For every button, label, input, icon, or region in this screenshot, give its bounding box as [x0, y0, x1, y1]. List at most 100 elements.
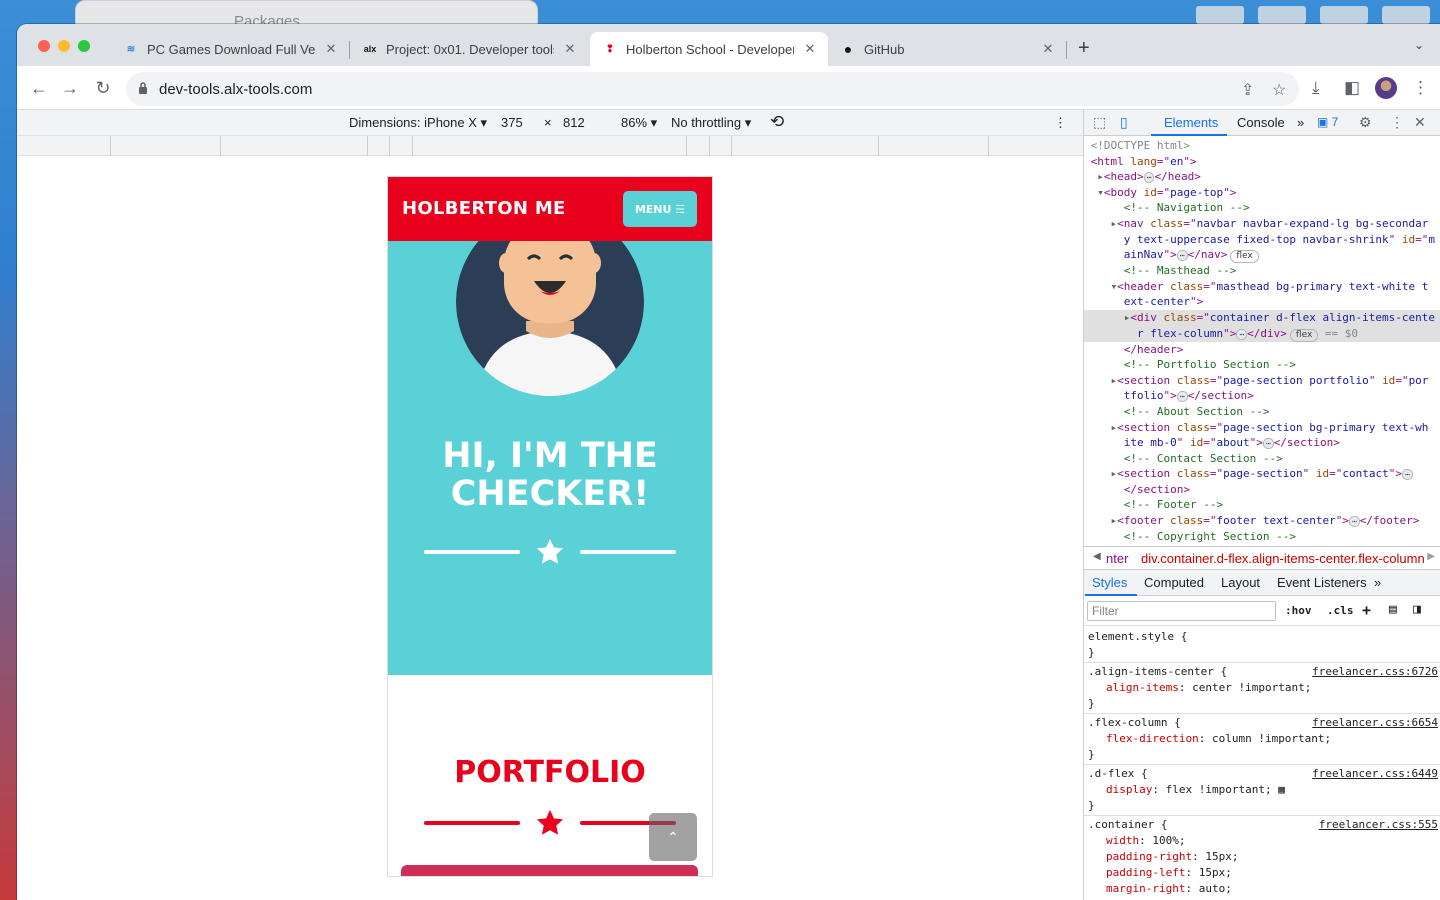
css-property[interactable]: align-items	[1106, 681, 1179, 694]
device-height-input[interactable]: 812	[563, 115, 585, 130]
dom-token[interactable]: ⋯	[1143, 172, 1155, 184]
css-value[interactable]: : 100%;	[1139, 834, 1185, 847]
css-value[interactable]: : center !important;	[1179, 681, 1311, 694]
css-source-link[interactable]: freelancer.css:555	[1319, 817, 1438, 833]
dom-node-line[interactable]: ▾<header class="masthead bg-primary text…	[1084, 279, 1440, 295]
dom-node-line[interactable]: ▸<footer class="footer text-center"> ⋯ </f…	[1084, 513, 1440, 529]
css-declaration[interactable]: flex-direction: column !important;	[1088, 731, 1438, 747]
dom-node-line[interactable]: <!-- Navigation -->	[1084, 200, 1440, 216]
class-toggle[interactable]: .cls	[1327, 604, 1354, 617]
close-tab-icon[interactable]: ✕	[802, 41, 818, 57]
breadcrumb-item[interactable]: nter	[1106, 551, 1128, 566]
portfolio-card[interactable]	[401, 865, 698, 876]
dom-node-line[interactable]: tfolio"> ⋯ </section>	[1084, 388, 1440, 404]
reload-icon[interactable]: ↻	[93, 78, 113, 98]
css-property[interactable]: flex-direction	[1106, 732, 1199, 745]
dom-node-line[interactable]: ▾<body id="page-top">	[1084, 185, 1440, 201]
devtools-menu-icon[interactable]: ⋮	[1390, 114, 1404, 131]
desktop-icon[interactable]	[1196, 6, 1244, 24]
dom-node-line[interactable]: ▸<div class="container d-flex align-item…	[1084, 309, 1440, 326]
device-dimensions-select[interactable]: Dimensions: iPhone X ▾	[349, 115, 487, 131]
new-rule-plus-icon[interactable]: +	[1362, 601, 1371, 619]
tab-layout[interactable]: Layout	[1221, 575, 1260, 590]
zoom-select[interactable]: 86% ▾	[621, 115, 657, 131]
dom-token[interactable]: flex	[1289, 328, 1319, 342]
dom-token[interactable]: ⋯	[1348, 516, 1360, 528]
issues-badge[interactable]: ▣ 7	[1317, 115, 1338, 129]
media-query-bar[interactable]	[17, 136, 1083, 156]
close-window-button[interactable]	[38, 40, 50, 52]
settings-gear-icon[interactable]: ⚙	[1359, 114, 1372, 131]
css-property[interactable]: margin-right	[1106, 882, 1185, 895]
desktop-icon[interactable]	[1382, 6, 1430, 24]
dom-tree[interactable]: <!DOCTYPE html> <html lang="en"> ▸<head>…	[1084, 138, 1440, 546]
breadcrumb-current[interactable]: div.container.d-flex.align-items-center.…	[1141, 551, 1425, 566]
desktop-icon[interactable]	[1258, 6, 1306, 24]
dom-token[interactable]: ⋯	[1401, 469, 1413, 481]
dom-token[interactable]: ⋯	[1262, 438, 1274, 450]
dom-node-line[interactable]: ainNav"> ⋯ </nav> flex	[1084, 247, 1440, 264]
inspect-element-icon[interactable]: ⬚	[1093, 114, 1106, 131]
css-value[interactable]: : column !important;	[1199, 732, 1331, 745]
css-declaration[interactable]: padding-left: 15px;	[1088, 865, 1438, 881]
bookmark-star-icon[interactable]: ☆	[1272, 80, 1286, 100]
dom-node-line[interactable]: <!-- Footer -->	[1084, 497, 1440, 513]
css-property[interactable]: padding-left	[1106, 866, 1185, 879]
back-arrow-icon[interactable]: ←	[29, 78, 49, 98]
device-toolbar-more-icon[interactable]: ⋮	[1054, 115, 1067, 131]
dom-node-line[interactable]: <!-- Copyright Section -->	[1084, 529, 1440, 545]
rotate-device-icon[interactable]: ⟲	[770, 112, 784, 132]
tab-github[interactable]: ● GitHub ✕	[828, 32, 1066, 66]
throttling-select[interactable]: No throttling ▾	[671, 115, 751, 131]
css-value[interactable]: : auto;	[1185, 882, 1231, 895]
close-tab-icon[interactable]: ✕	[562, 41, 578, 57]
css-property[interactable]: width	[1106, 834, 1139, 847]
css-declaration[interactable]: align-items: center !important;	[1088, 680, 1438, 696]
address-bar[interactable]: dev-tools.alx-tools.com ⇪ ☆	[126, 72, 1299, 106]
browser-menu-icon[interactable]: ⋮	[1412, 78, 1429, 98]
hover-state-toggle[interactable]: :hov	[1285, 604, 1312, 617]
dom-node-line[interactable]: <!DOCTYPE html>	[1084, 138, 1440, 154]
styles-filter-input[interactable]: Filter	[1087, 601, 1276, 621]
dom-node-line[interactable]: </header>	[1084, 342, 1440, 358]
close-tab-icon[interactable]: ✕	[1040, 41, 1056, 57]
toggle-sidebar-icon[interactable]: ◨	[1413, 602, 1421, 617]
tab-search-chevron-icon[interactable]: ⌄	[1414, 38, 1424, 52]
maximize-window-button[interactable]	[78, 40, 90, 52]
css-source-link[interactable]: freelancer.css:6654	[1312, 715, 1438, 731]
dom-node-line[interactable]: <!-- Portfolio Section -->	[1084, 357, 1440, 373]
dom-node-line[interactable]: ▸<section class="page-section" id="conta…	[1084, 466, 1440, 482]
dom-node-line[interactable]: ▸<section class="page-section bg-primary…	[1084, 420, 1440, 436]
share-icon[interactable]: ⇪	[1241, 80, 1254, 100]
dom-token[interactable]: flex	[1230, 250, 1259, 264]
tab-styles[interactable]: Styles	[1092, 575, 1127, 590]
device-toolbar-toggle-icon[interactable]: ▯	[1120, 114, 1128, 131]
dom-node-line[interactable]: </section>	[1084, 482, 1440, 498]
new-tab-button[interactable]: +	[1078, 37, 1090, 60]
dom-node-line[interactable]: ▸<head> ⋯ </head>	[1084, 169, 1440, 185]
desktop-icon[interactable]	[1320, 6, 1368, 24]
dom-node-line[interactable]: ite mb-0" id="about"> ⋯ </section>	[1084, 435, 1440, 451]
tab-event-listeners[interactable]: Event Listeners	[1277, 575, 1367, 590]
url-text[interactable]: dev-tools.alx-tools.com	[159, 81, 312, 98]
tab-computed[interactable]: Computed	[1144, 575, 1204, 590]
dom-node-line[interactable]: <!-- About Section -->	[1084, 404, 1440, 420]
forward-arrow-icon[interactable]: →	[60, 78, 80, 98]
css-source-link[interactable]: freelancer.css:6449	[1312, 766, 1438, 782]
menu-button[interactable]: MENU ☰	[623, 191, 697, 227]
dom-node-line[interactable]: <html lang="en">	[1084, 154, 1440, 170]
dom-node-line[interactable]: ▸<nav class="navbar navbar-expand-lg bg-…	[1084, 216, 1440, 232]
dom-node-line[interactable]: ext-center">	[1084, 294, 1440, 310]
dom-token[interactable]: ⋯	[1176, 391, 1188, 403]
scroll-to-top-button[interactable]: ⌃	[649, 813, 697, 861]
more-style-tabs-icon[interactable]: »	[1374, 575, 1381, 590]
dom-token[interactable]: ⋯	[1236, 328, 1248, 340]
css-value[interactable]: : flex !important; ▦	[1152, 783, 1284, 796]
css-declaration[interactable]: display: flex !important; ▦	[1088, 782, 1438, 798]
dom-token[interactable]: ⋯	[1176, 250, 1188, 262]
css-selector[interactable]: element.style {	[1088, 629, 1438, 645]
css-declaration[interactable]: padding-right: 15px;	[1088, 849, 1438, 865]
dom-node-line[interactable]: <!-- Masthead -->	[1084, 263, 1440, 279]
tab-console[interactable]: Console	[1237, 115, 1285, 130]
close-devtools-icon[interactable]: ✕	[1414, 114, 1426, 131]
